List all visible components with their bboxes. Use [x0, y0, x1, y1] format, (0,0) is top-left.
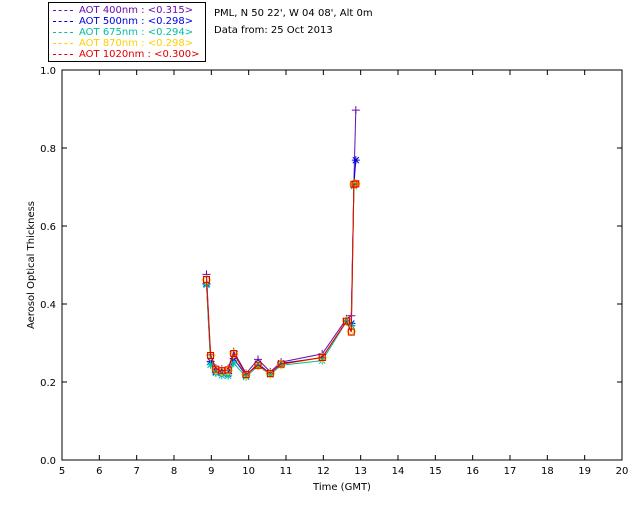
y-tick-label: 1.0 — [40, 66, 56, 77]
series-4 — [202, 180, 360, 379]
x-tick-label: 19 — [578, 466, 591, 477]
x-tick-label: 10 — [242, 466, 255, 477]
y-tick-label: 0.2 — [40, 378, 56, 389]
series-line-3 — [206, 183, 356, 376]
x-tick-label: 9 — [208, 466, 214, 477]
series-line-0 — [206, 110, 357, 375]
series-line-2 — [206, 182, 357, 378]
series-line-4 — [206, 183, 356, 376]
y-tick-label: 0.4 — [40, 300, 56, 311]
x-tick-label: 16 — [466, 466, 479, 477]
x-tick-label: 14 — [392, 466, 405, 477]
x-tick-label: 7 — [133, 466, 139, 477]
x-axis-label: Time (GMT) — [312, 482, 371, 493]
y-axis-label: Aerosol Optical Thickness — [26, 201, 37, 329]
series-1 — [202, 156, 360, 380]
x-tick-label: 6 — [96, 466, 102, 477]
chart: 5 6 7 8 9 10 11 12 13 14 15 16 17 18 19 20 0.0 0.2 0.4 0.6 0… — [26, 66, 629, 493]
x-tick-label: 12 — [317, 466, 330, 477]
x-tick-label: 13 — [354, 466, 367, 477]
data-point — [351, 106, 360, 115]
x-tick-label: 15 — [429, 466, 442, 477]
series-2 — [202, 179, 360, 381]
x-tick-label: 18 — [541, 466, 554, 477]
data-point — [351, 156, 360, 165]
series-3 — [201, 178, 361, 381]
x-tick-label: 11 — [280, 466, 293, 477]
y-tick-label: 0.6 — [40, 222, 56, 233]
x-tick-label: 8 — [171, 466, 177, 477]
y-tick-label: 0.0 — [40, 456, 56, 467]
plot-frame — [61, 69, 623, 461]
x-tick-label: 20 — [616, 466, 629, 477]
x-tick-label: 5 — [59, 466, 65, 477]
x-tick-label: 17 — [504, 466, 517, 477]
y-tick-label: 0.8 — [40, 144, 56, 155]
